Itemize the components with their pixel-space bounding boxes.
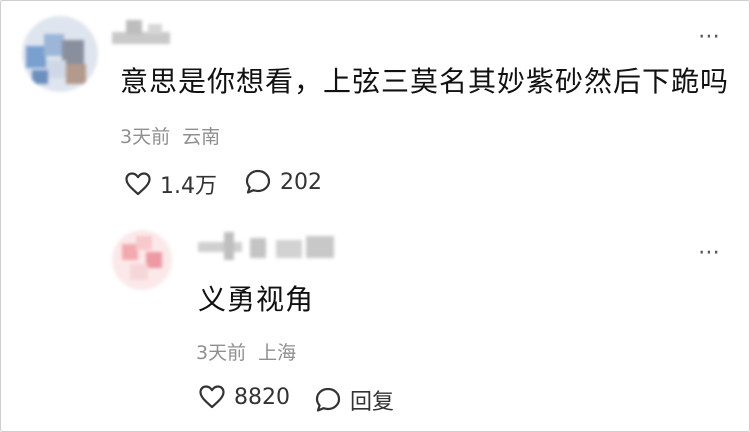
reply-time: 3天前 [196, 342, 247, 364]
commenter-name-blurred[interactable] [112, 18, 172, 46]
comment-like-button[interactable]: 1.4万 [124, 168, 217, 200]
reply-button[interactable]: 回复 [314, 384, 394, 416]
replier-avatar[interactable] [112, 230, 172, 290]
reply-text: 义勇视角 [198, 283, 315, 316]
comment-location: 云南 [182, 126, 221, 148]
reply-more-dots-icon[interactable]: ⋯ [698, 242, 722, 264]
reply-like-count: 8820 [234, 384, 290, 410]
comment-text: 意思是你想看，上弦三莫名其妙紫砂然后下跪吗 [120, 65, 730, 98]
commenter-avatar[interactable] [22, 16, 98, 92]
comment-reply-count: 202 [280, 169, 322, 195]
comment-meta: 3天前 云南 [120, 122, 220, 149]
speech-bubble-icon [244, 168, 272, 196]
speech-bubble-icon [314, 386, 342, 414]
more-dots-icon[interactable]: ⋯ [698, 26, 722, 48]
comment-reply-count-button[interactable]: 202 [244, 168, 322, 196]
reply-like-button[interactable]: 8820 [198, 384, 290, 410]
comment-like-count: 1.4万 [160, 174, 217, 199]
replier-name-blurred[interactable] [198, 232, 338, 262]
comment-time: 3天前 [120, 126, 171, 148]
reply-meta: 3天前 上海 [196, 338, 296, 365]
heart-outline-icon [124, 171, 152, 197]
heart-outline-icon [198, 384, 226, 410]
reply-button-label: 回复 [350, 390, 395, 415]
reply-location: 上海 [258, 342, 297, 364]
